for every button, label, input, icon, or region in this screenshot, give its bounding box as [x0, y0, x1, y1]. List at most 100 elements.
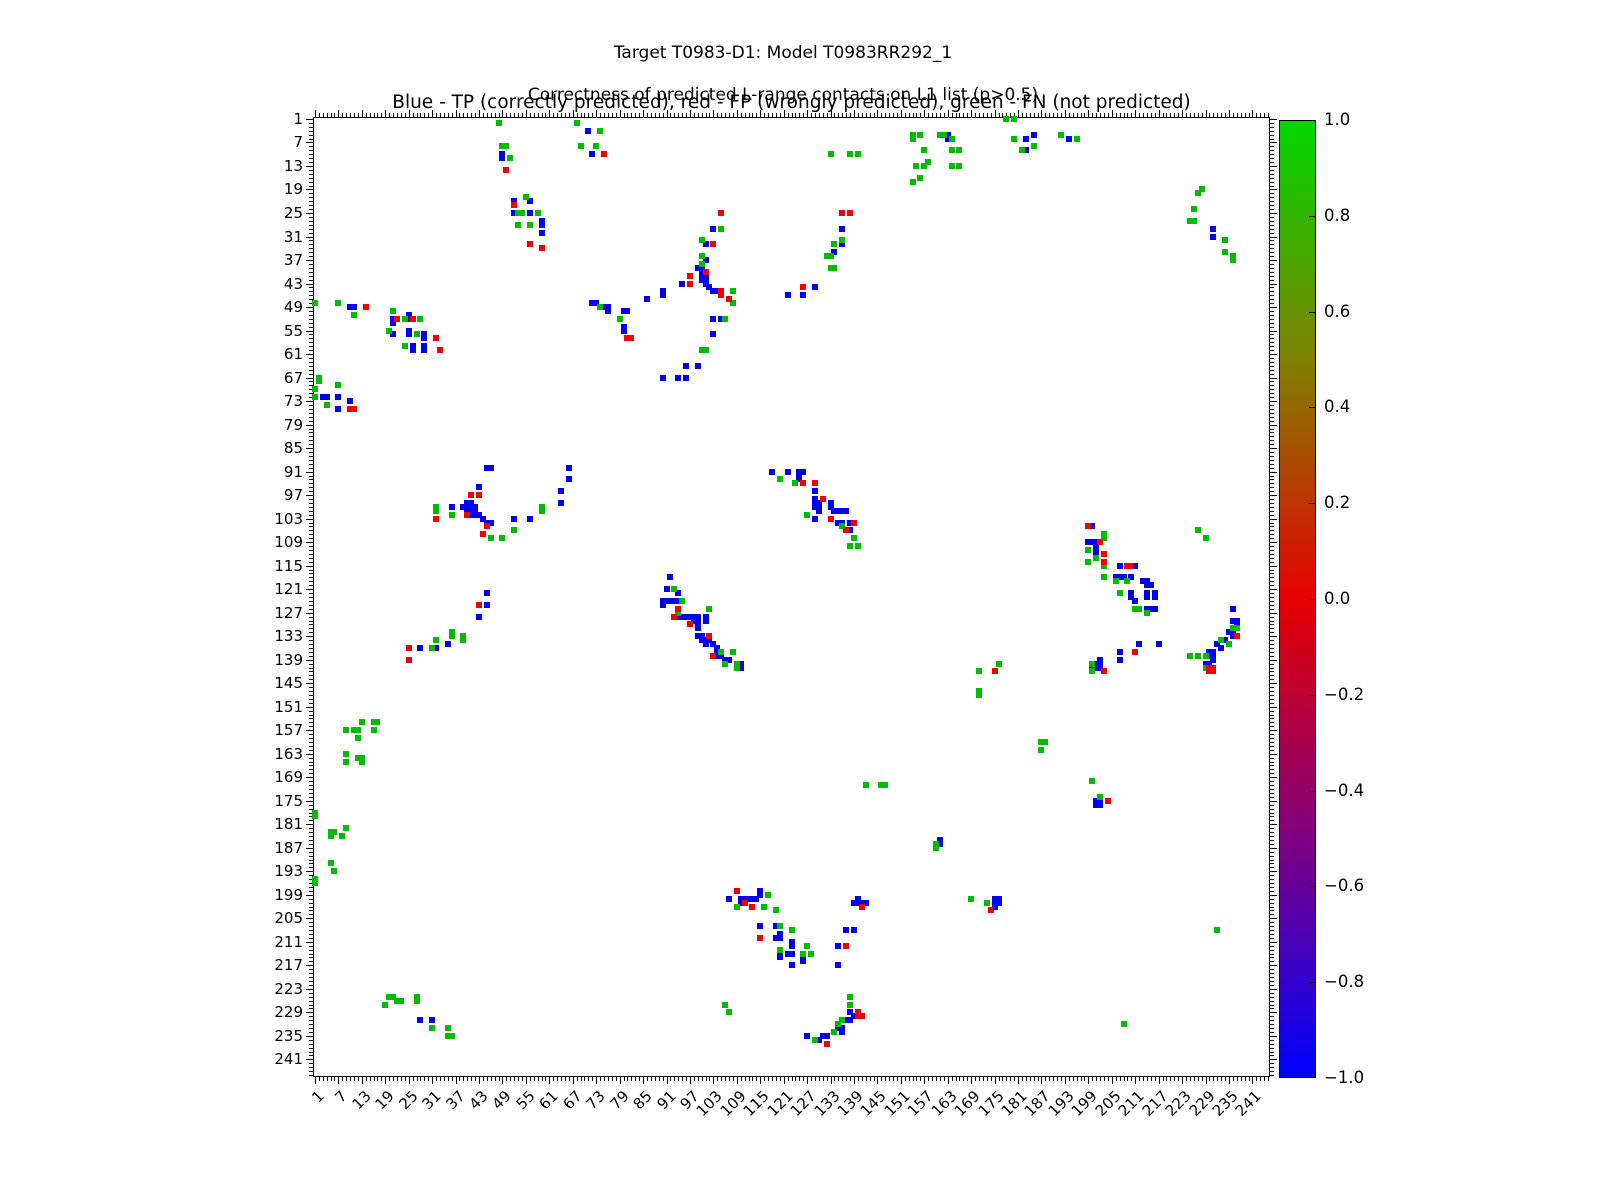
x-tick-bottom: [1030, 1077, 1031, 1081]
x-tick-top: [713, 110, 714, 117]
y-tick-right: [1270, 726, 1274, 727]
x-tick-bottom: [1264, 1077, 1265, 1081]
y-tick-left: [309, 758, 313, 759]
x-tick-top: [709, 113, 710, 117]
contact-marker-fn: [578, 143, 584, 149]
x-tick-top: [956, 113, 957, 117]
contact-marker-fp: [687, 281, 693, 287]
x-tick-bottom: [346, 1077, 347, 1081]
x-tick-bottom: [846, 1077, 847, 1081]
contact-marker-tp: [335, 406, 341, 412]
y-tick-right: [1270, 197, 1274, 198]
x-tick-top: [358, 113, 359, 117]
x-tick-bottom: [1088, 1077, 1089, 1084]
y-axis-tick-label: 43: [255, 275, 303, 293]
y-tick-right: [1270, 1067, 1274, 1068]
y-tick-left: [306, 166, 313, 167]
y-tick-left: [309, 154, 313, 155]
x-tick-top: [420, 113, 421, 117]
x-tick-top: [393, 113, 394, 117]
y-tick-right: [1270, 617, 1274, 618]
y-tick-left: [309, 903, 313, 904]
x-tick-top: [639, 113, 640, 117]
y-tick-right: [1270, 840, 1274, 841]
contact-marker-fp: [1085, 523, 1091, 529]
y-tick-right: [1270, 272, 1274, 273]
contact-marker-fp: [710, 241, 716, 247]
x-tick-bottom: [358, 1077, 359, 1081]
contact-marker-tp: [1152, 594, 1158, 600]
contact-marker-fp: [433, 516, 439, 522]
contact-marker-tp: [566, 476, 572, 482]
x-tick-top: [1038, 113, 1039, 117]
y-tick-left: [309, 248, 313, 249]
x-tick-top: [323, 113, 324, 117]
y-tick-left: [309, 734, 313, 735]
contact-marker-fn: [777, 923, 783, 929]
contact-marker-fp: [1101, 668, 1107, 674]
x-tick-bottom: [487, 1077, 488, 1081]
x-tick-top: [651, 113, 652, 117]
x-tick-top: [772, 113, 773, 117]
contact-marker-fn: [312, 880, 318, 886]
x-tick-bottom: [424, 1077, 425, 1081]
y-tick-right: [1270, 852, 1274, 853]
y-axis-tick-label: 205: [255, 909, 303, 927]
contact-marker-fp: [859, 904, 865, 910]
y-tick-left: [309, 1052, 313, 1053]
y-tick-left: [309, 1008, 313, 1009]
y-tick-right: [1270, 491, 1274, 492]
contact-marker-fp: [675, 606, 681, 612]
y-tick-left: [309, 264, 313, 265]
x-tick-top: [1124, 113, 1125, 117]
y-tick-right: [1270, 754, 1277, 755]
x-tick-bottom: [1151, 1077, 1152, 1081]
y-tick-right: [1270, 186, 1274, 187]
y-tick-left: [306, 307, 313, 308]
x-tick-bottom: [1166, 1077, 1167, 1081]
y-tick-right: [1270, 934, 1274, 935]
x-tick-top: [928, 113, 929, 117]
x-tick-top: [444, 113, 445, 117]
y-tick-left: [309, 123, 313, 124]
x-tick-bottom: [624, 1077, 625, 1081]
x-tick-bottom: [905, 1077, 906, 1081]
y-tick-left: [306, 472, 313, 473]
x-tick-top: [616, 113, 617, 117]
suptitle-line1: Target T0983-D1: Model T0983RR292_1: [0, 43, 1566, 64]
x-tick-bottom: [963, 1077, 964, 1081]
x-tick-bottom: [717, 1077, 718, 1081]
contact-marker-fn: [1093, 555, 1099, 561]
x-tick-bottom: [940, 1077, 941, 1081]
y-tick-left: [309, 287, 313, 288]
x-tick-bottom: [514, 1077, 515, 1081]
x-tick-top: [405, 113, 406, 117]
x-tick-top: [1170, 113, 1171, 117]
x-tick-top: [604, 113, 605, 117]
x-tick-bottom: [549, 1077, 550, 1084]
x-tick-top: [1018, 110, 1019, 117]
y-tick-left: [309, 127, 313, 128]
y-tick-right: [1270, 542, 1277, 543]
x-tick-top: [1151, 113, 1152, 117]
contact-marker-fn: [1132, 606, 1138, 612]
y-axis-tick-label: 151: [255, 698, 303, 716]
contact-marker-tp: [703, 618, 709, 624]
y-tick-right: [1270, 671, 1274, 672]
y-tick-left: [306, 895, 313, 896]
y-tick-right: [1270, 1075, 1274, 1076]
y-tick-right: [1270, 287, 1274, 288]
y-tick-right: [1270, 848, 1277, 849]
y-tick-left: [309, 585, 313, 586]
x-tick-bottom: [1104, 1077, 1105, 1081]
x-tick-top: [479, 110, 480, 117]
y-tick-left: [309, 417, 313, 418]
x-tick-bottom: [409, 1077, 410, 1084]
x-tick-top: [1065, 110, 1066, 117]
colorbar-tick: [1309, 407, 1316, 408]
contact-marker-fn: [761, 904, 767, 910]
contact-marker-tp: [449, 504, 455, 510]
x-tick-bottom: [659, 1077, 660, 1081]
y-tick-right: [1270, 722, 1274, 723]
y-axis-tick-label: 73: [255, 392, 303, 410]
